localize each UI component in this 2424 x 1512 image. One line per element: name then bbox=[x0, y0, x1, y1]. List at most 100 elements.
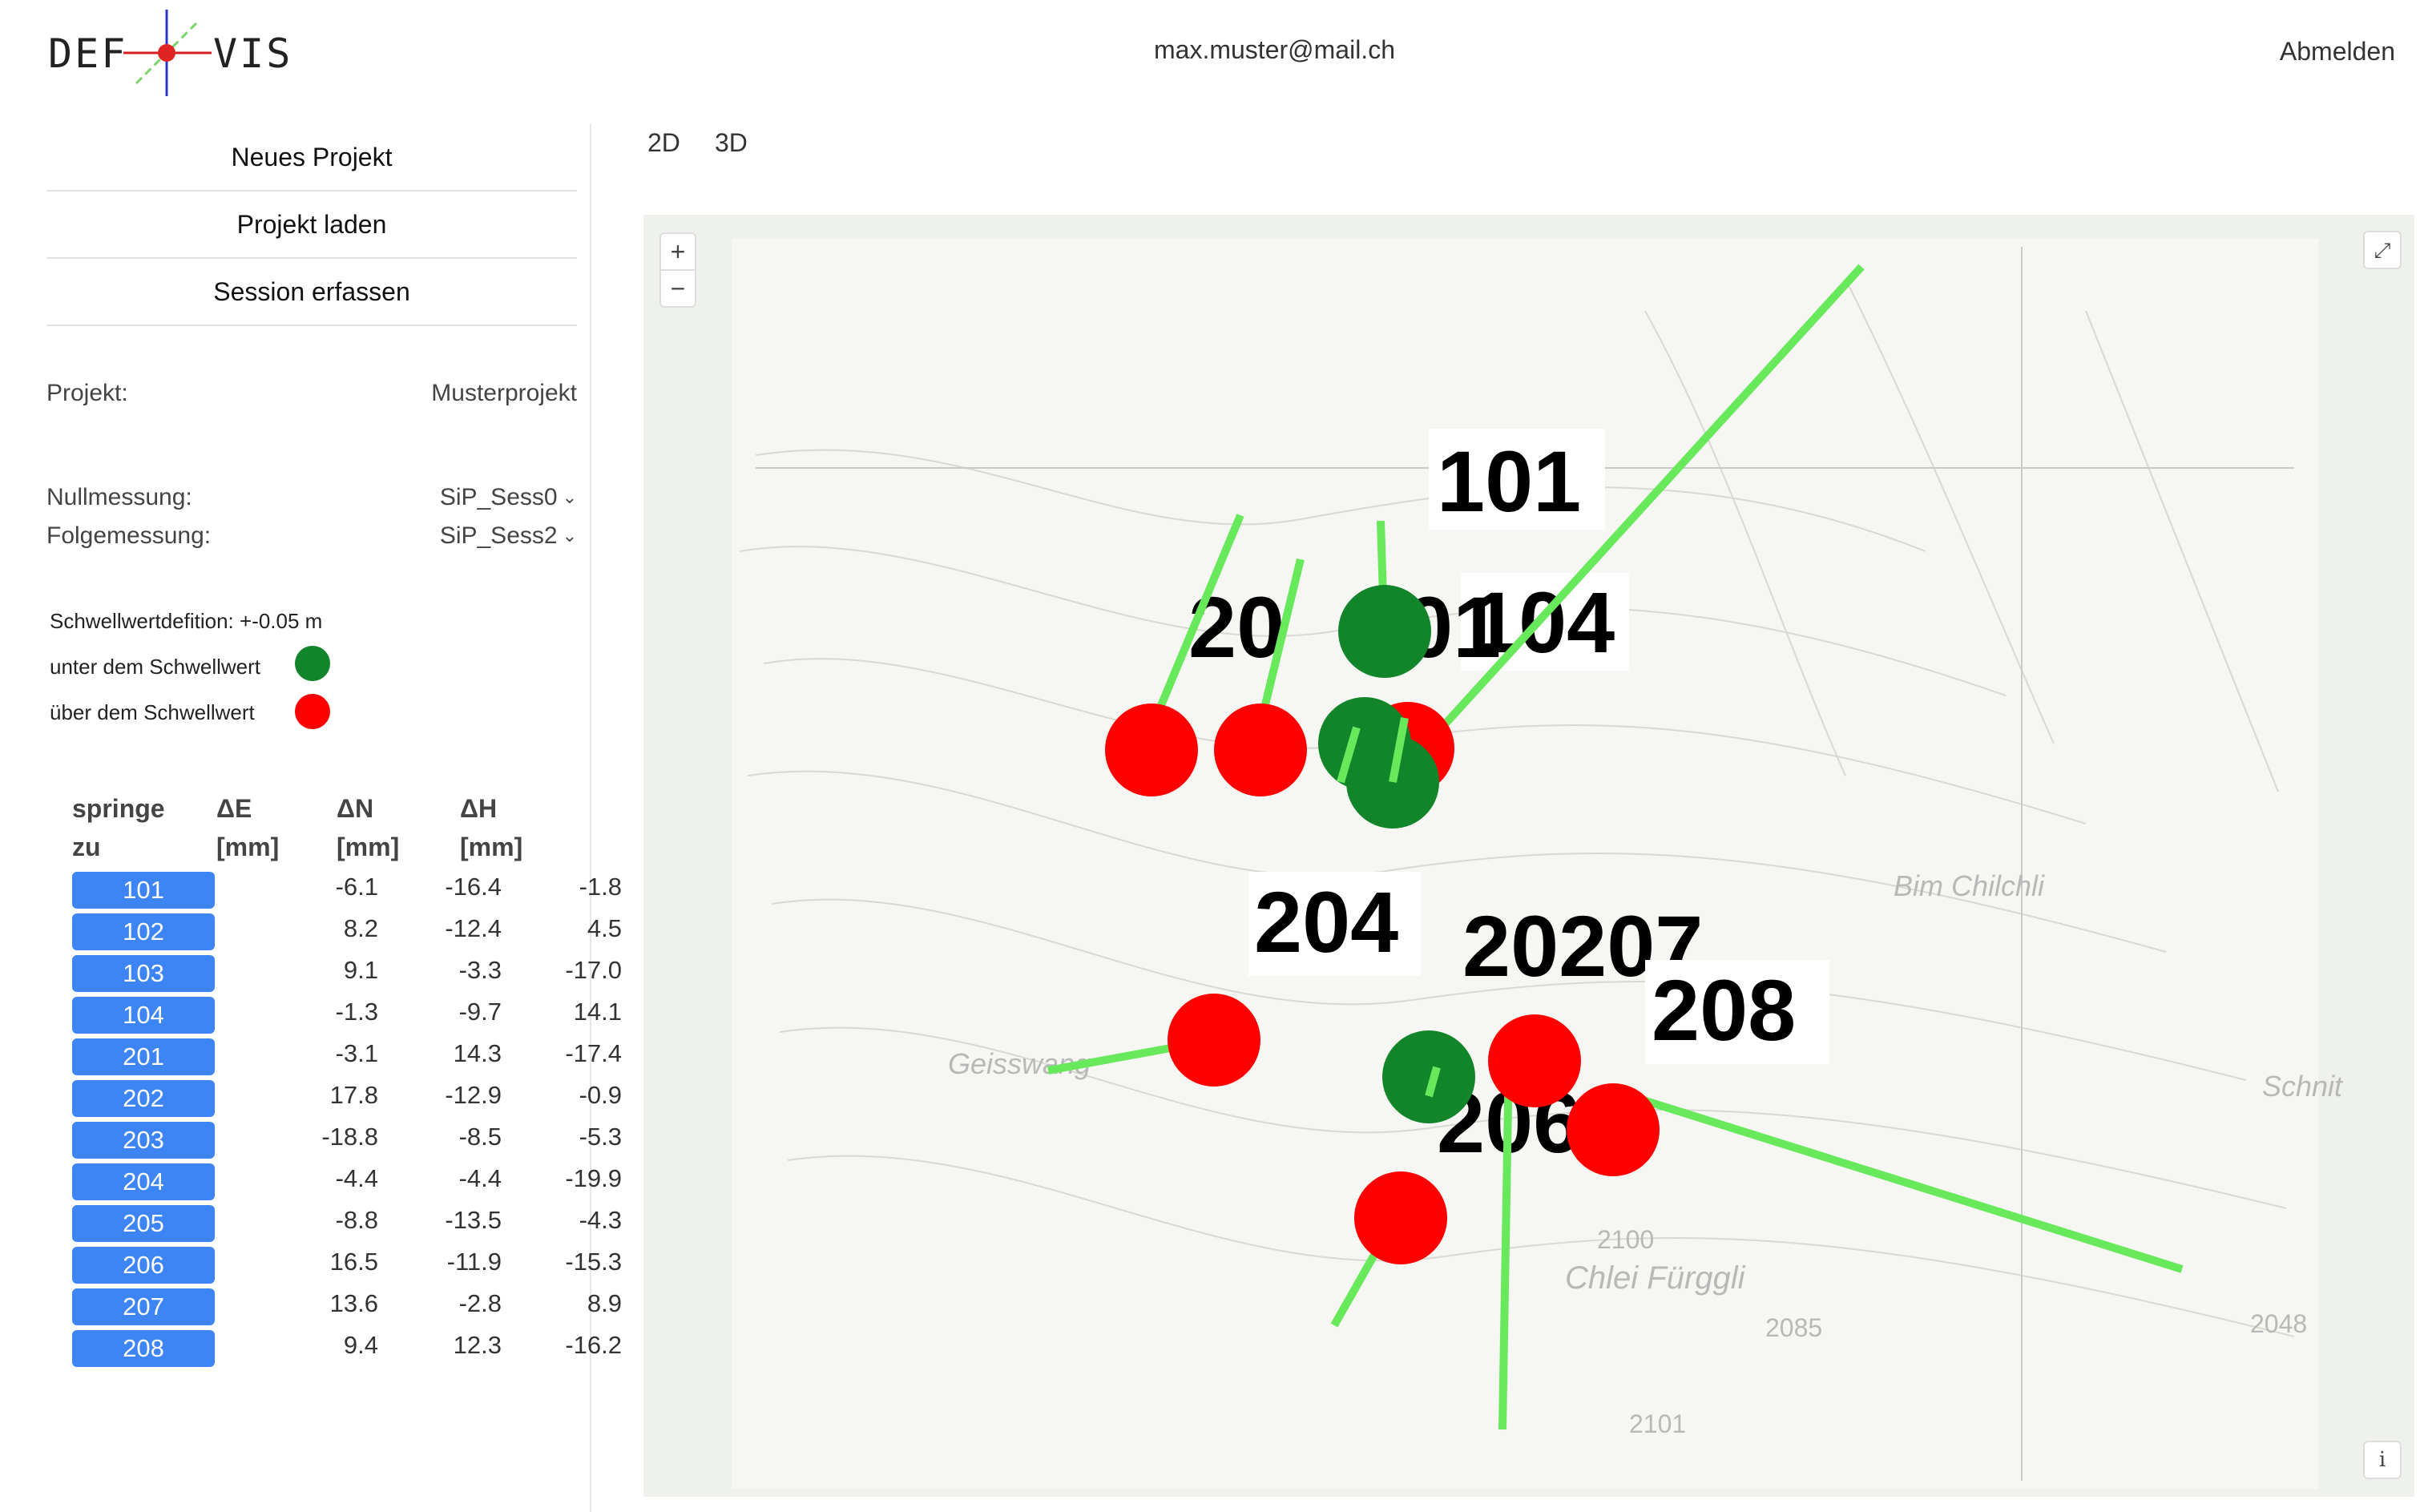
null-measurement-value: SiP_Sess0 bbox=[439, 484, 558, 510]
cell-dn: -9.7 bbox=[458, 998, 502, 1026]
threshold-definition: Schwellwertdefition: +-0.05 m bbox=[50, 609, 323, 633]
cell-dh: -15.3 bbox=[565, 1248, 622, 1276]
map-point[interactable] bbox=[1354, 1171, 1447, 1264]
null-measurement-select[interactable]: SiP_Sess0 ⌄ bbox=[440, 484, 577, 511]
point-button-204[interactable]: 204 bbox=[72, 1163, 215, 1200]
load-project-button[interactable]: Projekt laden bbox=[46, 192, 577, 259]
cell-dn: 14.3 bbox=[453, 1039, 502, 1067]
cell-dn: -13.5 bbox=[445, 1206, 502, 1234]
header-springe-line1: springe bbox=[72, 794, 165, 823]
place-label: Schnit bbox=[2262, 1070, 2344, 1103]
project-row: Projekt: Musterprojekt bbox=[46, 380, 577, 407]
table-row: 206 16.5 -11.9 -15.3 bbox=[72, 1244, 622, 1286]
table-row: 103 9.1 -3.3 -17.0 bbox=[72, 953, 622, 994]
app-logo: DEF VIS bbox=[46, 6, 290, 99]
header-delta-n-line2: [mm] bbox=[337, 833, 400, 861]
point-button-101[interactable]: 101 bbox=[72, 872, 215, 909]
header-delta-n-line1: ΔN bbox=[337, 794, 374, 823]
zoom-control: + − bbox=[659, 232, 696, 308]
header-springe-line2: zu bbox=[72, 833, 101, 861]
legend-above-label: über dem Schwellwert bbox=[50, 700, 255, 724]
map-point[interactable] bbox=[1168, 994, 1260, 1087]
map-canvas[interactable]: Bim Chilchli Geisswang Schnit Chlei Fürg… bbox=[643, 215, 2414, 1497]
point-button-104[interactable]: 104 bbox=[72, 997, 215, 1034]
chevron-down-icon: ⌄ bbox=[562, 487, 577, 507]
point-button-201[interactable]: 201 bbox=[72, 1038, 215, 1075]
cell-de: 16.5 bbox=[329, 1248, 378, 1276]
follow-measurement-select[interactable]: SiP_Sess2 ⌄ bbox=[440, 522, 577, 550]
cell-dh: 4.5 bbox=[587, 914, 622, 942]
new-project-button[interactable]: Neues Projekt bbox=[46, 124, 577, 192]
point-button-202[interactable]: 202 bbox=[72, 1080, 215, 1117]
cell-de: -3.1 bbox=[335, 1039, 378, 1067]
cell-dn: -12.9 bbox=[445, 1081, 502, 1109]
map-view[interactable]: Bim Chilchli Geisswang Schnit Chlei Fürg… bbox=[643, 215, 2414, 1497]
follow-measurement-value: SiP_Sess2 bbox=[439, 522, 558, 549]
logout-link[interactable]: Abmelden bbox=[2280, 37, 2395, 67]
cell-dh: -0.9 bbox=[579, 1081, 622, 1109]
header-springe: springe zu bbox=[72, 789, 165, 866]
point-button-208[interactable]: 208 bbox=[72, 1330, 215, 1367]
cell-dh: -16.2 bbox=[565, 1331, 622, 1359]
header-delta-n: ΔN [mm] bbox=[337, 789, 399, 866]
cell-dh: -4.3 bbox=[579, 1206, 622, 1234]
point-label-20: 20 bbox=[1188, 579, 1285, 675]
header-delta-h: ΔH [mm] bbox=[460, 789, 522, 866]
table-row: 205 -8.8 -13.5 -4.3 bbox=[72, 1203, 622, 1244]
point-button-102[interactable]: 102 bbox=[72, 913, 215, 950]
info-icon[interactable]: i bbox=[2363, 1441, 2402, 1479]
legend-below-dot bbox=[295, 646, 330, 681]
logo-text-vis: VIS bbox=[213, 30, 293, 77]
point-label-204: 204 bbox=[1254, 873, 1398, 970]
table-row: 207 13.6 -2.8 8.9 bbox=[72, 1286, 622, 1328]
point-label-101: 101 bbox=[1437, 433, 1581, 530]
legend-above-dot bbox=[295, 694, 330, 729]
point-button-206[interactable]: 206 bbox=[72, 1247, 215, 1284]
cell-dn: -3.3 bbox=[458, 956, 502, 984]
map-point[interactable] bbox=[1214, 704, 1307, 796]
map-point[interactable] bbox=[1567, 1083, 1660, 1176]
cell-de: -6.1 bbox=[335, 873, 378, 901]
map-point[interactable] bbox=[1488, 1014, 1581, 1107]
point-button-207[interactable]: 207 bbox=[72, 1288, 215, 1325]
cell-de: -8.8 bbox=[335, 1206, 378, 1234]
cell-dn: -12.4 bbox=[445, 914, 502, 942]
chevron-down-icon: ⌄ bbox=[562, 526, 577, 546]
project-label: Projekt: bbox=[46, 380, 128, 406]
point-button-205[interactable]: 205 bbox=[72, 1205, 215, 1242]
header-delta-e: ΔE [mm] bbox=[216, 789, 279, 866]
header-delta-h-line1: ΔH bbox=[460, 794, 498, 823]
user-email-wrapper: max.muster@mail.ch bbox=[1154, 35, 1395, 65]
sidebar-menu: Neues Projekt Projekt laden Session erfa… bbox=[46, 124, 577, 326]
table-row: 208 9.4 12.3 -16.2 bbox=[72, 1328, 622, 1369]
map-point[interactable] bbox=[1382, 1030, 1475, 1123]
place-label: 2048 bbox=[2250, 1309, 2307, 1338]
record-session-button[interactable]: Session erfassen bbox=[46, 259, 577, 326]
cell-de: 17.8 bbox=[329, 1081, 378, 1109]
tab-3d[interactable]: 3D bbox=[715, 128, 748, 158]
place-label: Bim Chilchli bbox=[1894, 869, 2045, 902]
map-point[interactable] bbox=[1105, 704, 1198, 796]
table-row: 201 -3.1 14.3 -17.4 bbox=[72, 1036, 622, 1078]
map-point[interactable] bbox=[1338, 585, 1431, 678]
point-label-208: 208 bbox=[1652, 962, 1796, 1058]
cell-de: -4.4 bbox=[335, 1164, 378, 1192]
table-row: 101 -6.1 -16.4 -1.8 bbox=[72, 869, 622, 911]
follow-measurement-row: Folgemessung: SiP_Sess2 ⌄ bbox=[46, 522, 577, 550]
zoom-in-button[interactable]: + bbox=[661, 234, 695, 269]
place-label: 2100 bbox=[1597, 1225, 1654, 1254]
fullscreen-icon[interactable]: ⤢ bbox=[2363, 231, 2402, 269]
cell-dn: -11.9 bbox=[446, 1248, 502, 1276]
cell-de: 9.4 bbox=[343, 1331, 378, 1359]
cell-dn: -16.4 bbox=[445, 873, 502, 901]
zoom-out-button[interactable]: − bbox=[661, 269, 695, 306]
cell-dn: -8.5 bbox=[458, 1123, 502, 1151]
project-value: Musterprojekt bbox=[431, 380, 577, 406]
cell-dh: -5.3 bbox=[579, 1123, 622, 1151]
follow-measurement-label: Folgemessung: bbox=[46, 522, 212, 549]
tab-2d[interactable]: 2D bbox=[647, 128, 680, 158]
point-button-103[interactable]: 103 bbox=[72, 955, 215, 992]
logo-text-def: DEF bbox=[48, 30, 128, 77]
point-button-203[interactable]: 203 bbox=[72, 1122, 215, 1159]
null-measurement-row: Nullmessung: SiP_Sess0 ⌄ bbox=[46, 484, 577, 511]
